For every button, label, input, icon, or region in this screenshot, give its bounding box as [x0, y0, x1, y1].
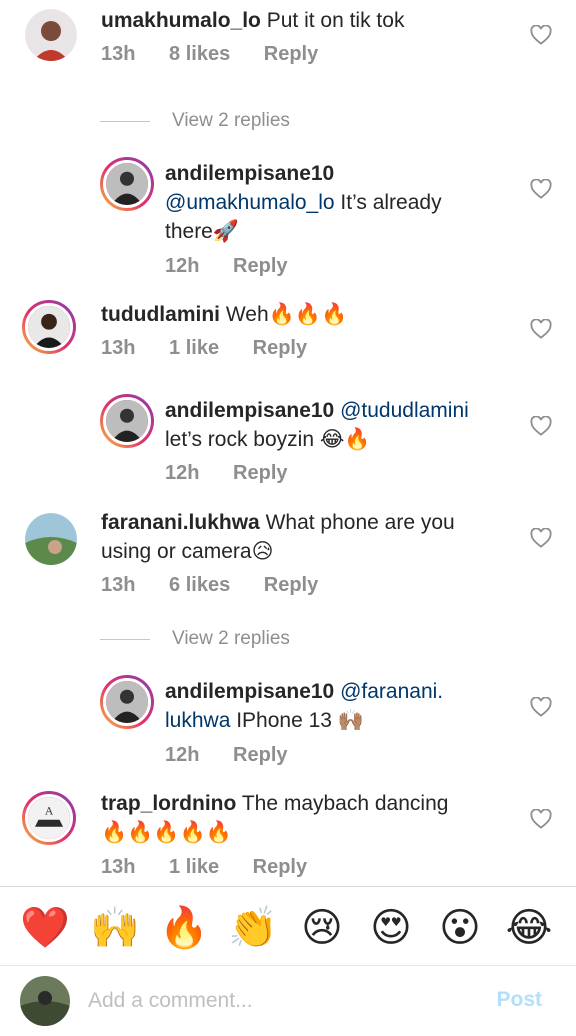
view-replies-label: View 2 replies: [172, 628, 290, 649]
emoji-raised-hands-button[interactable]: 🙌: [90, 903, 140, 953]
comment-username[interactable]: tududlamini: [101, 303, 220, 326]
mention-link[interactable]: @umakhumalo_lo: [165, 191, 335, 214]
mention-link[interactable]: lukhwa: [165, 709, 230, 732]
comment-time: 13h: [101, 574, 136, 596]
heart-icon[interactable]: [530, 528, 552, 548]
heart-icon[interactable]: [530, 416, 552, 436]
mention-link[interactable]: @tududlamini: [340, 399, 469, 422]
reply-button[interactable]: Reply: [233, 744, 287, 766]
comment-username[interactable]: umakhumalo_lo: [101, 9, 261, 32]
avatar[interactable]: [24, 8, 78, 62]
comment-time: 12h: [165, 462, 200, 484]
comment-text: What phone are you: [265, 511, 455, 534]
comment-likes[interactable]: 8 likes: [169, 43, 230, 65]
svg-text:A: A: [44, 806, 53, 818]
heart-icon[interactable]: [530, 809, 552, 829]
comment-time: 12h: [165, 744, 200, 766]
view-replies-label: View 2 replies: [172, 110, 290, 131]
comment-time: 12h: [165, 255, 200, 277]
avatar[interactable]: [100, 157, 154, 211]
divider: [100, 639, 150, 640]
comment-likes[interactable]: 6 likes: [169, 574, 230, 596]
comment-username[interactable]: faranani.lukhwa: [101, 511, 260, 534]
avatar[interactable]: [24, 512, 78, 566]
comment-text: let’s rock boyzin 😂🔥: [165, 428, 371, 451]
heart-icon[interactable]: [530, 25, 552, 45]
reply-button[interactable]: Reply: [253, 856, 307, 878]
comment-text: The maybach dancing: [241, 792, 449, 815]
heart-icon[interactable]: [530, 697, 552, 717]
heart-icon[interactable]: [530, 319, 552, 339]
comment-text: Put it on tik tok: [266, 9, 405, 32]
comment-username[interactable]: trap_lordnino: [101, 792, 236, 815]
post-button[interactable]: Post: [496, 988, 542, 1012]
comment-input[interactable]: [88, 986, 448, 1016]
emoji-heart-eyes-button[interactable]: 😍: [366, 903, 416, 953]
comment-time: 13h: [101, 856, 136, 878]
heart-icon[interactable]: [530, 179, 552, 199]
comment-text: using or camera😥: [101, 540, 274, 563]
reply-button[interactable]: Reply: [233, 255, 287, 277]
reply-button[interactable]: Reply: [264, 574, 318, 596]
emoji-surprised-button[interactable]: 😮: [435, 903, 485, 953]
view-replies-button[interactable]: View 2 replies: [100, 110, 400, 134]
quick-reaction-bar: ❤️ 🙌 🔥 👏 😢 😍 😮 😂: [0, 886, 576, 966]
comment-username[interactable]: andilempisane10: [165, 159, 505, 188]
comment-text: It’s already: [340, 191, 442, 214]
comment-time: 13h: [101, 337, 136, 359]
avatar[interactable]: [22, 300, 76, 354]
divider: [100, 121, 150, 122]
avatar[interactable]: [100, 394, 154, 448]
comment-text: 🔥🔥🔥🔥🔥: [101, 821, 232, 844]
comment-text: IPhone 13 🙌🏽: [236, 709, 364, 732]
comment-composer: Post: [0, 966, 576, 1036]
emoji-laughing-button[interactable]: 😂: [504, 903, 554, 953]
emoji-clapping-button[interactable]: 👏: [228, 903, 278, 953]
avatar[interactable]: [100, 675, 154, 729]
emoji-heart-button[interactable]: ❤️: [20, 903, 70, 953]
current-user-avatar: [20, 976, 70, 1026]
view-replies-button[interactable]: View 2 replies: [100, 628, 400, 652]
comment-likes[interactable]: 1 like: [169, 337, 219, 359]
avatar[interactable]: A: [22, 791, 76, 845]
emoji-crying-button[interactable]: 😢: [297, 903, 347, 953]
reply-button[interactable]: Reply: [233, 462, 287, 484]
mention-link[interactable]: @faranani.: [340, 680, 443, 703]
comment-text: Weh🔥🔥🔥: [225, 303, 348, 326]
comment-username[interactable]: andilempisane10: [165, 680, 334, 703]
reply-button[interactable]: Reply: [264, 43, 318, 65]
reply-button[interactable]: Reply: [253, 337, 307, 359]
emoji-fire-button[interactable]: 🔥: [159, 903, 209, 953]
comment-text: there🚀: [165, 220, 240, 243]
comment-time: 13h: [101, 43, 136, 65]
comment-username[interactable]: andilempisane10: [165, 399, 334, 422]
comment-likes[interactable]: 1 like: [169, 856, 219, 878]
